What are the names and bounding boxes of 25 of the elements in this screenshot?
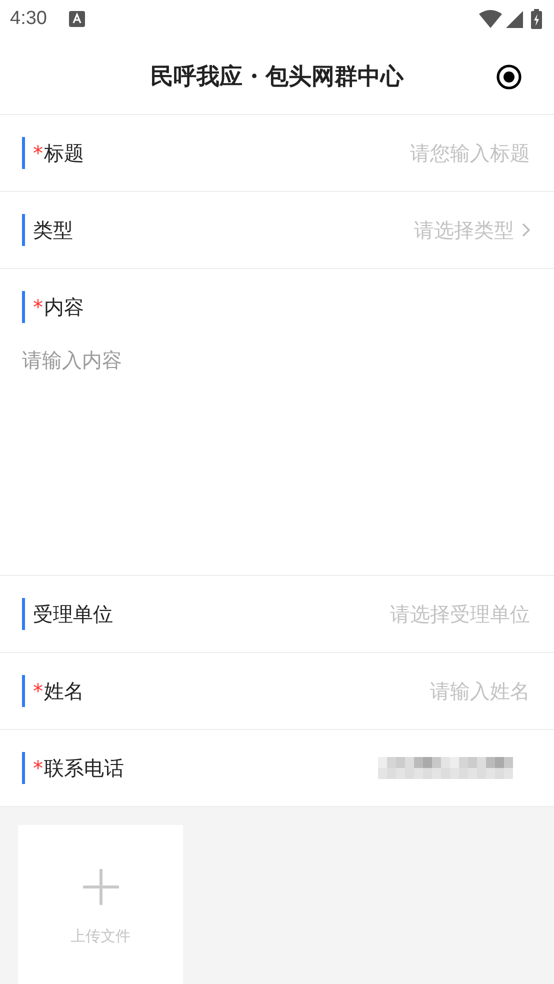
field-label: 类型 [33, 216, 73, 244]
input-field[interactable]: 请您输入标题 [410, 140, 530, 166]
plus-icon [82, 869, 118, 905]
page-title: 民呼我应・包头网群中心 [150, 62, 404, 90]
keyboard-icon [68, 11, 85, 27]
required-mark: * [33, 756, 43, 780]
field-label: 标题 [44, 140, 84, 166]
required-mark: * [33, 295, 43, 319]
record-icon[interactable] [496, 64, 522, 90]
chevron-right-icon [522, 223, 530, 237]
field-label: 姓名 [44, 678, 84, 704]
field-label: 受理单位 [33, 600, 113, 628]
wifi-icon [479, 10, 502, 28]
select-field[interactable]: 请选择受理单位 [390, 600, 530, 628]
field-label: 内容 [44, 294, 84, 320]
battery-icon [531, 9, 542, 29]
upload-button[interactable]: 上传文件 [18, 825, 183, 984]
select-field[interactable]: 请选择类型 [414, 216, 514, 244]
status-time: 4:30 [10, 8, 47, 30]
field-label: 联系电话 [44, 754, 124, 782]
input-field[interactable]: 请输入姓名 [430, 678, 530, 704]
textarea-field[interactable]: 请输入内容 [22, 347, 530, 374]
signal-icon [506, 10, 523, 28]
required-mark: * [33, 141, 43, 165]
required-mark: * [33, 679, 43, 703]
